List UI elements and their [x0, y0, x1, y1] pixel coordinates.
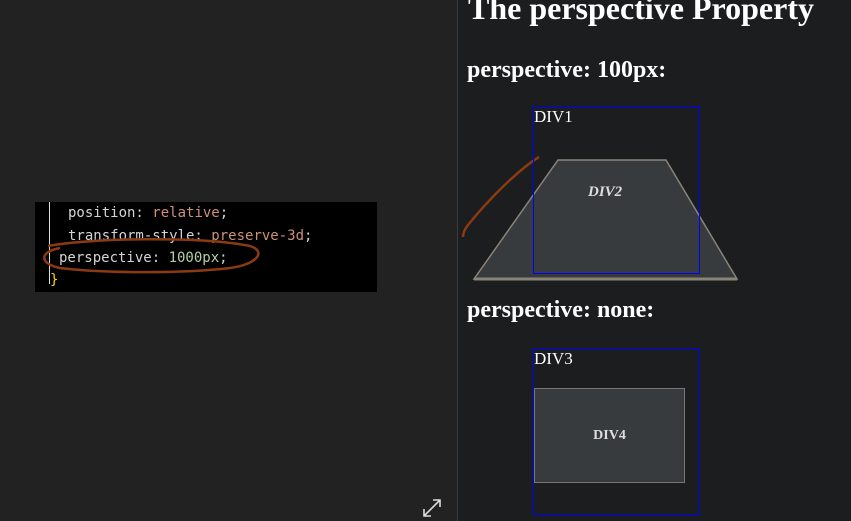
preview-panel: The perspective Property perspective: 10…	[457, 0, 851, 521]
annotation-circle	[43, 237, 260, 274]
expand-icon[interactable]	[421, 497, 443, 519]
div4-box: DIV4	[534, 388, 685, 483]
div2-label: DIV2	[588, 184, 623, 200]
editor-panel: position: relative; transform-style: pre…	[0, 0, 456, 521]
div4-label: DIV4	[593, 427, 626, 443]
div1-label: DIV1	[534, 107, 573, 126]
heading-perspective-none: perspective: none:	[467, 297, 655, 323]
div3-label: DIV3	[534, 349, 573, 368]
